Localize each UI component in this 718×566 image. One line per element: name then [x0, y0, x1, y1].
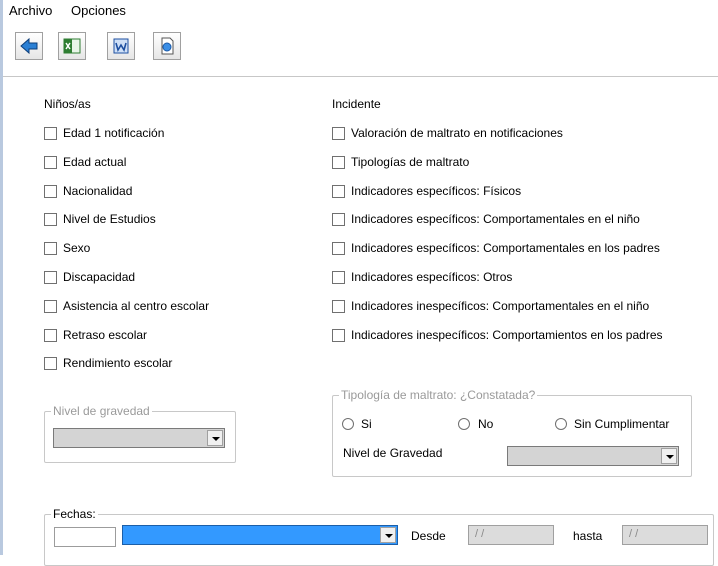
hasta-label: hasta: [573, 529, 603, 543]
incidente-checkbox-label[interactable]: Indicadores específicos: Comportamentale…: [351, 241, 660, 255]
tipologia-group-title: Tipología de maltrato: ¿Constatada?: [339, 388, 538, 402]
incidente-checkbox[interactable]: [332, 328, 345, 342]
radio-si-label: Si: [361, 417, 372, 431]
back-icon: [20, 37, 38, 55]
fechas-group-title: Fechas:: [51, 507, 98, 521]
nivel-gravedad-select[interactable]: [53, 428, 225, 448]
hasta-date-input[interactable]: / /: [622, 525, 708, 545]
incidente-section-title: Incidente: [332, 97, 381, 111]
incidente-checkbox-label[interactable]: Valoración de maltrato en notificaciones: [351, 126, 563, 140]
ninos-checkbox[interactable]: [44, 184, 57, 198]
incidente-checkbox-label[interactable]: Indicadores específicos: Otros: [351, 270, 512, 284]
ninos-checkbox-label[interactable]: Edad actual: [63, 155, 126, 169]
ninos-checkbox-label[interactable]: Asistencia al centro escolar: [63, 299, 209, 313]
tipologia-gravedad-select[interactable]: [507, 446, 679, 466]
radio-no[interactable]: [458, 418, 470, 430]
ninos-checkbox-label[interactable]: Nacionalidad: [63, 184, 132, 198]
nivel-gravedad-label: Nivel de Gravedad: [343, 446, 443, 460]
incidente-checkbox-label[interactable]: Indicadores específicos: Físicos: [351, 184, 521, 198]
ninos-checkbox[interactable]: [44, 155, 57, 169]
ninos-checkbox-label[interactable]: Retraso escolar: [63, 328, 147, 342]
incidente-checkbox-label[interactable]: Indicadores inespecíficos: Comportamient…: [351, 328, 663, 342]
incidente-checkbox[interactable]: [332, 184, 345, 198]
ninos-checkbox-label[interactable]: Sexo: [63, 241, 90, 255]
ninos-checkbox[interactable]: [44, 242, 57, 256]
ninos-checkbox[interactable]: [44, 328, 57, 342]
incidente-checkbox[interactable]: [332, 271, 345, 284]
menu-opciones[interactable]: Opciones: [71, 3, 126, 18]
radio-sin-cumplimentar-label: Sin Cumplimentar: [574, 417, 670, 431]
radio-no-label: No: [478, 417, 494, 431]
fechas-group: Fechas: Desde / / hasta / /: [44, 507, 714, 566]
fechas-period-select[interactable]: [122, 525, 398, 545]
ninos-checkbox[interactable]: [44, 127, 57, 140]
toolbar: [3, 22, 718, 77]
window-edge: [0, 0, 3, 555]
fechas-text-input[interactable]: [54, 527, 116, 547]
incidente-checkbox[interactable]: [332, 213, 345, 227]
chevron-down-icon[interactable]: [380, 527, 396, 543]
incidente-checkbox-label[interactable]: Indicadores específicos: Comportamentale…: [351, 212, 640, 226]
excel-icon: [63, 38, 81, 54]
ninos-checkbox[interactable]: [44, 271, 57, 284]
ninos-checkbox[interactable]: [44, 357, 57, 371]
tipologia-group: Tipología de maltrato: ¿Constatada? Si N…: [332, 388, 692, 477]
ninos-checkbox-label[interactable]: Rendimiento escolar: [63, 356, 172, 370]
desde-label: Desde: [411, 529, 446, 543]
incidente-checkbox[interactable]: [332, 242, 345, 256]
chevron-down-icon[interactable]: [661, 448, 677, 464]
incidente-checkbox[interactable]: [332, 155, 345, 169]
menu-bar: Archivo Opciones: [3, 0, 718, 22]
word-icon: [113, 38, 129, 54]
export-excel-button[interactable]: [58, 32, 86, 60]
preview-button[interactable]: [153, 32, 181, 60]
ninos-checkbox[interactable]: [44, 299, 57, 313]
export-word-button[interactable]: [107, 32, 135, 60]
incidente-checkbox[interactable]: [332, 299, 345, 313]
radio-si[interactable]: [342, 418, 354, 430]
incidente-checkbox-label[interactable]: Tipologías de maltrato: [351, 155, 469, 169]
ninos-section-title: Niños/as: [44, 97, 91, 111]
desde-date-input[interactable]: / /: [468, 525, 554, 545]
ninos-checkbox[interactable]: [44, 213, 57, 227]
incidente-checkbox-label[interactable]: Indicadores inespecíficos: Comportamenta…: [351, 299, 649, 313]
incidente-checkbox[interactable]: [332, 127, 345, 140]
ninos-checkbox-label[interactable]: Nivel de Estudios: [63, 212, 156, 226]
ninos-checkbox-label[interactable]: Discapacidad: [63, 270, 135, 284]
nivel-gravedad-group: Nivel de gravedad: [44, 404, 236, 463]
preview-icon: [161, 37, 174, 55]
chevron-down-icon[interactable]: [207, 430, 223, 446]
ninos-checkbox-label[interactable]: Edad 1 notificación: [63, 126, 164, 140]
back-button[interactable]: [15, 32, 43, 60]
nivel-gravedad-group-title: Nivel de gravedad: [51, 404, 152, 418]
radio-sin-cumplimentar[interactable]: [555, 418, 567, 430]
menu-archivo[interactable]: Archivo: [9, 3, 52, 18]
